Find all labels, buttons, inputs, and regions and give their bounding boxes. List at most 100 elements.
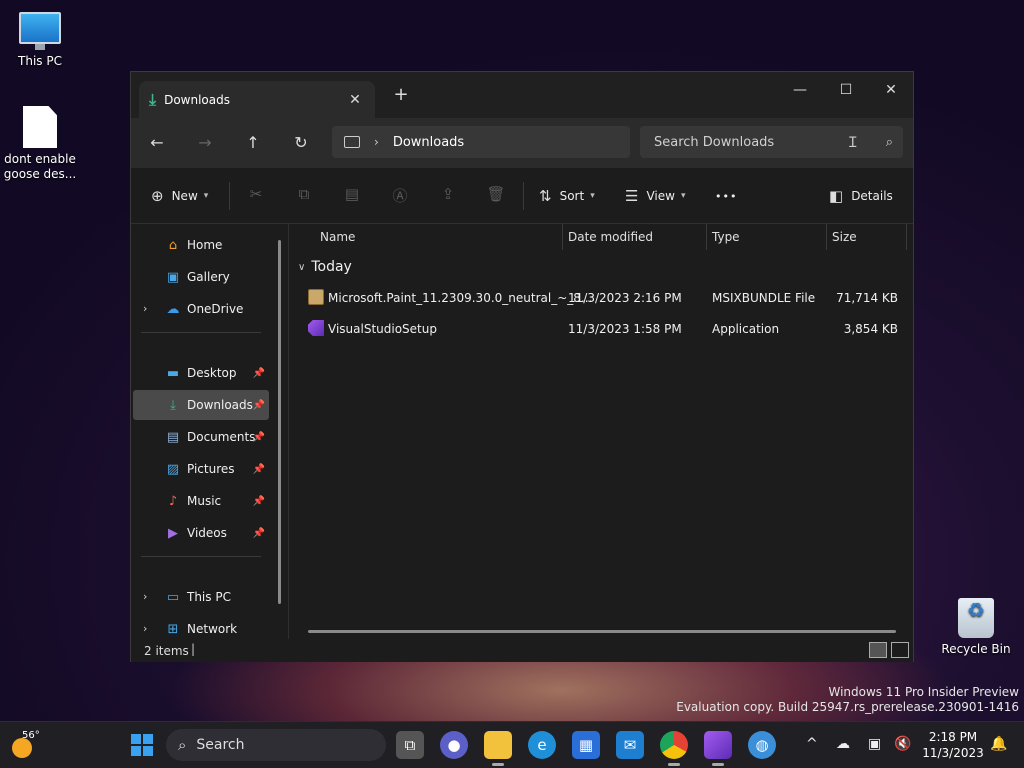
rename-icon[interactable]: Ⓐ	[390, 185, 410, 206]
breadcrumb-downloads[interactable]: Downloads	[393, 135, 464, 150]
tab-downloads[interactable]: ⤓ Downloads ✕	[139, 81, 375, 118]
tiles-view-button[interactable]	[891, 642, 909, 658]
mail-icon[interactable]: ✉	[616, 731, 644, 759]
sidebar-scrollbar[interactable]	[278, 240, 281, 604]
desktop-icon-label: dont enable goose des...	[3, 152, 77, 181]
horizontal-scrollbar[interactable]	[308, 630, 896, 633]
cloud-offline-icon[interactable]: ☁	[836, 736, 850, 752]
desktop-icon-recycle-bin[interactable]: ♻ Recycle Bin	[936, 598, 1016, 656]
sidebar-item-downloads[interactable]: ⤓ Downloads 📌	[133, 390, 269, 420]
back-button[interactable]: ←	[144, 130, 170, 156]
weather-widget[interactable]: 56°	[10, 730, 40, 760]
file-explorer-window: ⤓ Downloads ✕ + — ☐ ✕ ← → ↑ ↻ › Download…	[130, 71, 914, 662]
sidebar-item-desktop[interactable]: ▬ Desktop 📌	[133, 358, 269, 388]
sidebar-item-label: This PC	[187, 590, 231, 604]
sidebar-item-this-pc[interactable]: ▭ This PC	[133, 582, 269, 612]
details-view-button[interactable]	[869, 642, 887, 658]
edge-icon[interactable]: e	[528, 731, 556, 759]
paste-icon[interactable]: ▤	[342, 185, 362, 203]
sort-button[interactable]: ⇅ Sort ▾	[539, 184, 595, 208]
sidebar-item-documents[interactable]: ▤ Documents 📌	[133, 422, 269, 452]
desktop-icon-goose-file[interactable]: dont enable goose des...	[0, 106, 80, 182]
monitor-icon	[19, 12, 61, 50]
details-label: Details	[851, 189, 893, 203]
system-clock[interactable]: 2:18 PM 11/3/2023	[920, 729, 986, 761]
maximize-button[interactable]: ☐	[823, 76, 869, 104]
address-bar[interactable]: › Downloads	[332, 126, 630, 158]
computer-icon: ▭	[166, 589, 180, 605]
download-icon: ⤓	[170, 397, 176, 413]
sidebar-item-onedrive[interactable]: ☁ OneDrive	[133, 294, 269, 324]
taskbar-search[interactable]: ⌕ Search	[166, 729, 386, 761]
globe-app-icon[interactable]: ◍	[748, 731, 776, 759]
package-icon	[308, 289, 324, 305]
new-label: New	[171, 189, 198, 203]
windows-logo-icon	[131, 734, 153, 756]
divider[interactable]	[562, 224, 563, 250]
sidebar-item-label: Music	[187, 494, 222, 508]
table-row[interactable]: Microsoft.Paint_11.2309.30.0_neutral_~_8…	[290, 284, 910, 312]
sidebar-item-videos[interactable]: ▶ Videos 📌	[133, 518, 269, 548]
music-icon: ♪	[168, 493, 178, 509]
view-button[interactable]: ☰ View ▾	[625, 184, 685, 208]
divider[interactable]	[826, 224, 827, 250]
document-icon: ▤	[166, 429, 180, 445]
tab-close-icon[interactable]: ✕	[345, 92, 365, 108]
chat-icon[interactable]: ●	[440, 731, 468, 759]
close-button[interactable]: ✕	[868, 76, 914, 104]
sidebar-item-label: OneDrive	[187, 302, 244, 316]
column-header-date[interactable]: Date modified	[568, 230, 653, 244]
delete-icon[interactable]: 🗑	[486, 185, 506, 203]
chevron-right-icon[interactable]: ›	[374, 135, 379, 149]
refresh-button[interactable]: ↻	[288, 130, 314, 156]
store-icon[interactable]: ▦	[572, 731, 600, 759]
column-header-name[interactable]: Name	[320, 230, 355, 244]
download-icon: ⤓	[149, 89, 157, 109]
cut-icon[interactable]: ✂	[246, 185, 266, 203]
volume-muted-icon[interactable]: 🔇	[894, 736, 911, 752]
divider[interactable]	[706, 224, 707, 250]
copy-icon[interactable]: ⧉	[294, 185, 314, 203]
search-box[interactable]: Search Downloads Ｉ ⌕	[640, 126, 903, 158]
divider[interactable]	[906, 224, 907, 250]
chrome-icon[interactable]	[660, 731, 688, 766]
group-header-today[interactable]: ∨ Today	[298, 259, 352, 275]
more-options-button[interactable]: •••	[715, 184, 737, 208]
share-icon[interactable]: ⇪	[438, 185, 458, 203]
new-button[interactable]: ⊕ New ▾	[151, 184, 208, 208]
task-view-icon[interactable]: ⧉	[396, 731, 424, 759]
sidebar-item-gallery[interactable]: ▣ Gallery	[133, 262, 269, 292]
notification-bell-icon[interactable]: 🔔	[990, 736, 1007, 752]
show-hidden-icons-button[interactable]: ^	[806, 736, 818, 752]
sidebar-item-label: Downloads	[187, 398, 253, 412]
visual-studio-installer-icon[interactable]	[704, 731, 732, 766]
sidebar-item-label: Network	[187, 622, 238, 636]
pin-icon: 📌	[252, 431, 265, 443]
gallery-icon: ▣	[166, 269, 180, 285]
file-explorer-icon[interactable]	[484, 731, 512, 766]
sidebar-item-music[interactable]: ♪ Music 📌	[133, 486, 269, 516]
sidebar-item-pictures[interactable]: ▨ Pictures 📌	[133, 454, 269, 484]
desktop-icon: ▬	[166, 365, 180, 381]
network-status-icon[interactable]: ▣	[868, 736, 881, 752]
tab-label: Downloads	[164, 92, 230, 107]
details-button[interactable]: ◧ Details	[829, 184, 893, 208]
column-header-type[interactable]: Type	[712, 230, 740, 244]
forward-button[interactable]: →	[192, 130, 218, 156]
table-row[interactable]: VisualStudioSetup 11/3/2023 1:58 PM Appl…	[290, 315, 910, 343]
pin-icon: 📌	[252, 399, 265, 411]
start-button[interactable]	[128, 731, 156, 759]
column-header-size[interactable]: Size	[832, 230, 857, 244]
desktop-icon-this-pc[interactable]: This PC	[0, 12, 80, 68]
chevron-down-icon: ▾	[590, 191, 595, 201]
minimize-button[interactable]: —	[777, 76, 823, 104]
search-icon[interactable]: ⌕	[886, 135, 893, 150]
new-tab-button[interactable]: +	[389, 84, 413, 105]
watermark-line: Evaluation copy. Build 25947.rs_prerelea…	[676, 700, 1019, 714]
file-name: VisualStudioSetup	[328, 322, 437, 336]
visual-studio-icon	[308, 320, 324, 336]
search-input[interactable]: Search Downloads	[654, 135, 846, 150]
up-button[interactable]: ↑	[240, 130, 266, 156]
pin-icon: 📌	[252, 527, 265, 539]
sidebar-item-home[interactable]: ⌂ Home	[133, 230, 269, 260]
